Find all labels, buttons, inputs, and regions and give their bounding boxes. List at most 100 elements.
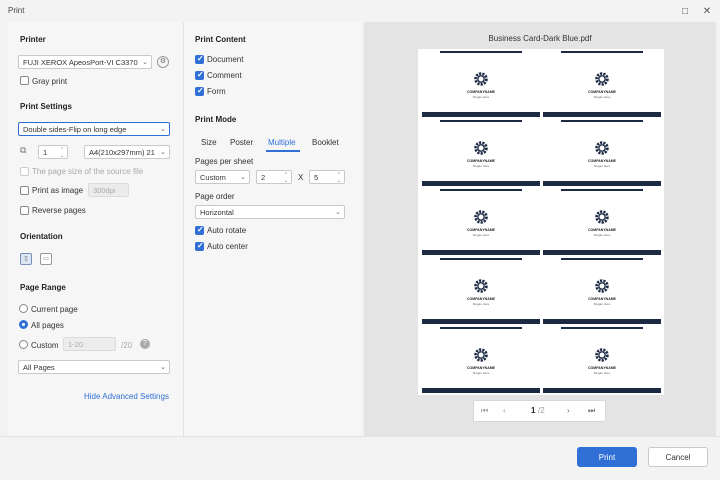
tab-multiple[interactable]: Multiple [268, 138, 296, 147]
business-card-thumbnail: COMPANYNAME Slogan Here [422, 258, 540, 324]
card-company-name: COMPANYNAME [467, 90, 495, 94]
card-bottom-bar [543, 250, 661, 255]
custom-range-input[interactable]: 1-20 [63, 337, 116, 351]
auto-center-checkbox[interactable] [195, 241, 204, 251]
reverse-pages-checkbox[interactable] [20, 206, 29, 215]
card-top-bar [440, 120, 522, 122]
comment-checkbox[interactable] [195, 70, 204, 80]
rows-input[interactable]: 5 ⌃ ⌄ [309, 170, 345, 184]
page-size-source-label: The page size of the source file [32, 167, 144, 176]
page-subset-select[interactable]: All Pages ⌄ [18, 360, 170, 374]
card-slogan: Slogan Here [593, 371, 611, 375]
gear-logo-icon [593, 139, 611, 157]
gear-logo-icon [472, 139, 490, 157]
print-preview: Business Card-Dark Blue.pdf COMPANYNAME S… [364, 22, 716, 436]
card-bottom-bar [422, 181, 540, 186]
card-slogan: Slogan Here [472, 233, 490, 237]
duplex-select[interactable]: Double sides-Flip on long edge ⌄ [18, 122, 170, 136]
card-top-bar [561, 327, 643, 329]
page-size-source-checkbox[interactable] [20, 167, 29, 176]
title-bar: Print □ ✕ [0, 0, 720, 22]
copies-input[interactable]: 1 ⌃ ⌄ [38, 145, 68, 159]
card-company-name: COMPANYNAME [467, 228, 495, 232]
gear-logo-icon [593, 346, 611, 364]
document-checkbox[interactable] [195, 54, 204, 64]
dpi-select[interactable]: 300dpi [88, 183, 129, 197]
business-card-thumbnail: COMPANYNAME Slogan Here [543, 258, 661, 324]
pager: ⏮ ‹ 1 /2 › ⏭ [473, 400, 606, 422]
auto-rotate-checkbox[interactable] [195, 225, 204, 235]
printer-select[interactable]: FUJI XEROX ApeosPort-VI C3370 ⌄ [18, 55, 152, 69]
print-settings-heading: Print Settings [20, 102, 73, 111]
first-page-icon[interactable]: ⏮ [481, 406, 488, 416]
card-slogan: Slogan Here [472, 302, 490, 306]
gear-logo-icon [472, 208, 490, 226]
last-page-icon[interactable]: ⏭ [588, 406, 595, 416]
page-order-select[interactable]: Horizontal ⌄ [195, 205, 345, 219]
paper-size-select[interactable]: A4(210x297mm) 21 ⌄ [84, 145, 170, 159]
chevron-down-icon: ⌄ [160, 126, 166, 133]
window-title: Print [8, 6, 25, 15]
card-top-bar [440, 258, 522, 260]
paper-size-value: A4(210x297mm) 21 [89, 148, 155, 157]
pages-per-sheet-select[interactable]: Custom ⌄ [195, 170, 250, 184]
form-checkbox[interactable] [195, 86, 204, 96]
cancel-button[interactable]: Cancel [648, 447, 708, 467]
dpi-value: 300dpi [93, 186, 116, 195]
document-label: Document [207, 55, 244, 64]
print-as-image-checkbox[interactable] [20, 186, 29, 195]
all-pages-radio[interactable] [19, 320, 28, 329]
columns-input[interactable]: 2 ⌃ ⌄ [256, 170, 292, 184]
gear-logo-icon [472, 277, 490, 295]
pages-per-sheet-label: Pages per sheet [195, 157, 254, 166]
current-page-number[interactable]: 1 [531, 406, 535, 415]
gear-logo-icon [472, 70, 490, 88]
print-button[interactable]: Print [577, 447, 637, 467]
orientation-heading: Orientation [20, 232, 63, 241]
card-slogan: Slogan Here [593, 233, 611, 237]
hide-advanced-settings-link[interactable]: Hide Advanced Settings [84, 392, 169, 401]
card-bottom-bar [543, 319, 661, 324]
maximize-icon[interactable]: □ [677, 3, 693, 19]
business-card-thumbnail: COMPANYNAME Slogan Here [422, 327, 540, 393]
card-company-name: COMPANYNAME [588, 228, 616, 232]
card-top-bar [561, 258, 643, 260]
custom-range-total: /20 [121, 341, 133, 350]
current-page-radio[interactable] [19, 304, 28, 313]
gear-logo-icon [472, 346, 490, 364]
card-bottom-bar [543, 181, 661, 186]
times-sign: X [298, 173, 304, 182]
active-tab-indicator [266, 150, 300, 152]
custom-range-value: 1-20 [68, 340, 84, 349]
printer-settings-icon[interactable]: ⚙ [157, 56, 169, 68]
card-bottom-bar [543, 388, 661, 393]
custom-range-radio[interactable] [19, 340, 28, 349]
tab-size[interactable]: Size [201, 138, 217, 147]
footer: Print Cancel [0, 436, 720, 480]
close-icon[interactable]: ✕ [699, 3, 715, 19]
copies-value: 1 [43, 148, 48, 157]
stepper-icon[interactable]: ⌃ ⌄ [337, 172, 341, 183]
gray-print-checkbox[interactable] [20, 76, 29, 85]
prev-page-icon[interactable]: ‹ [503, 406, 506, 415]
tab-poster[interactable]: Poster [230, 138, 253, 147]
card-bottom-bar [422, 388, 540, 393]
page-total: /2 [538, 406, 545, 415]
card-company-name: COMPANYNAME [588, 297, 616, 301]
card-company-name: COMPANYNAME [588, 159, 616, 163]
stepper-icon[interactable]: ⌃ ⌄ [284, 172, 288, 183]
card-slogan: Slogan Here [472, 95, 490, 99]
stepper-icon[interactable]: ⌃ ⌄ [60, 147, 64, 158]
card-slogan: Slogan Here [593, 164, 611, 168]
card-company-name: COMPANYNAME [467, 366, 495, 370]
tab-booklet[interactable]: Booklet [312, 138, 339, 147]
comment-label: Comment [207, 71, 242, 80]
card-bottom-bar [543, 112, 661, 117]
landscape-icon[interactable]: ▭ [40, 253, 52, 265]
help-icon[interactable]: ? [140, 339, 150, 349]
chevron-down-icon: ⌄ [160, 364, 166, 371]
next-page-icon[interactable]: › [567, 406, 570, 415]
current-page-label: Current page [31, 305, 78, 314]
business-card-thumbnail: COMPANYNAME Slogan Here [422, 120, 540, 186]
portrait-icon[interactable]: ▯ [20, 253, 32, 265]
